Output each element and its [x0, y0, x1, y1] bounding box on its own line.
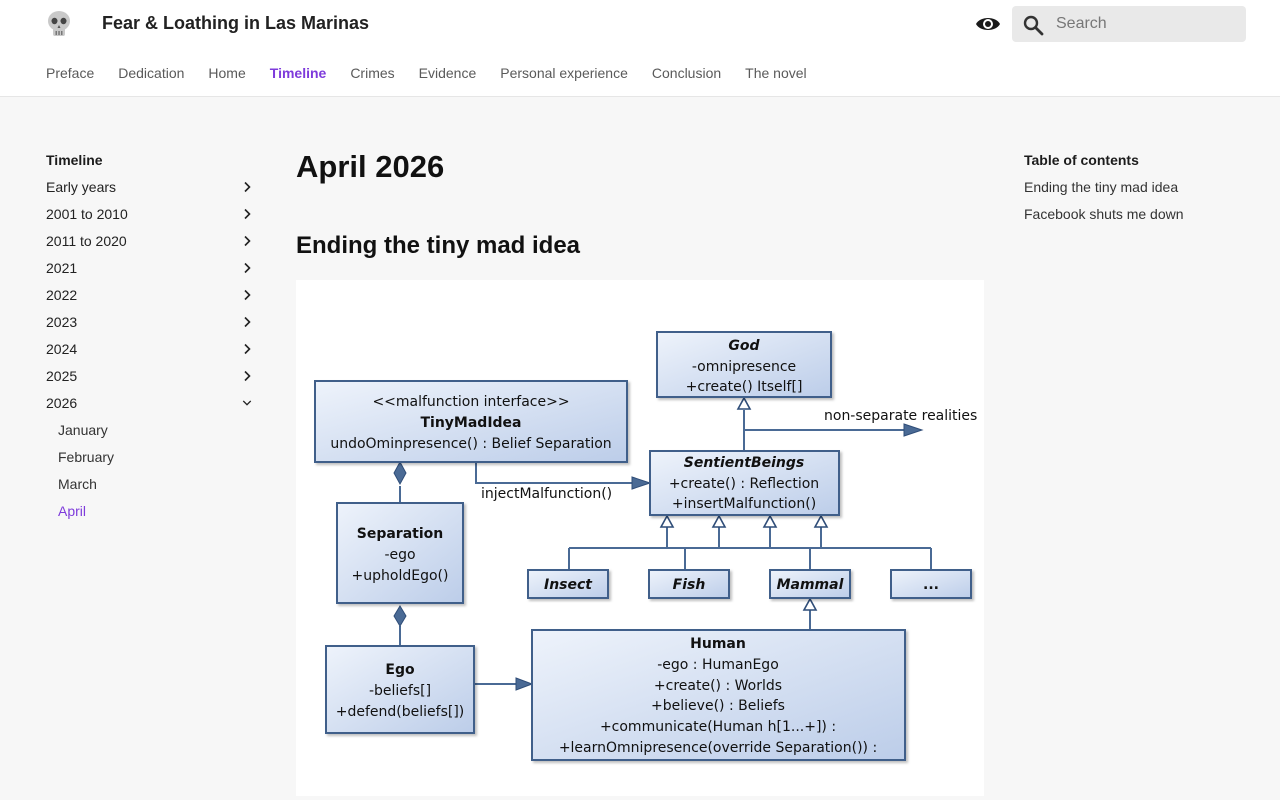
- sentient-line-1: +create() : Reflection: [669, 476, 819, 492]
- uml-diagram: God -omnipresence +create() Itself[] non…: [314, 331, 977, 761]
- tab-preface[interactable]: Preface: [46, 63, 94, 83]
- page-title: April 2026: [296, 149, 445, 184]
- eye-icon[interactable]: [975, 13, 1001, 35]
- chevron-right-icon[interactable]: [242, 235, 252, 247]
- sidebar-item-2023[interactable]: 2023: [46, 312, 256, 339]
- search-input[interactable]: [1056, 6, 1236, 42]
- insect-label: Insect: [544, 577, 593, 593]
- main-content: April 2026 Ending the tiny mad idea God …: [296, 148, 984, 796]
- tab-dedication[interactable]: Dedication: [118, 63, 184, 83]
- god-line-1: -omnipresence: [692, 359, 796, 375]
- toc-item-ending-tiny-mad-idea[interactable]: Ending the tiny mad idea: [1024, 177, 1254, 204]
- sidebar-item-label: 2025: [46, 368, 78, 384]
- sidebar-subitem-february[interactable]: February: [46, 447, 256, 474]
- tab-home[interactable]: Home: [208, 63, 245, 83]
- sidebar-item-label: 2026: [46, 395, 78, 411]
- human-line-1: -ego : HumanEgo: [657, 657, 779, 673]
- tab-conclusion[interactable]: Conclusion: [652, 63, 721, 83]
- sentient-line-2: +insertMalfunction(): [672, 496, 816, 512]
- uml-class-insect: Insect: [527, 569, 609, 599]
- ego-line-1: -beliefs[]: [369, 683, 431, 699]
- chevron-right-icon[interactable]: [242, 316, 252, 328]
- sidebar-item-2022[interactable]: 2022: [46, 285, 256, 312]
- uml-class-god: God -omnipresence +create() Itself[]: [656, 331, 832, 398]
- uml-class-ego: Ego -beliefs[] +defend(beliefs[]): [325, 645, 475, 734]
- sidebar-subitem-march[interactable]: March: [46, 474, 256, 501]
- ego-line-2: +defend(beliefs[]): [336, 704, 465, 720]
- sidebar-subitem-april[interactable]: April: [46, 501, 256, 528]
- uml-class-more: ...: [890, 569, 972, 599]
- toc-heading: Table of contents: [1024, 152, 1139, 168]
- chevron-right-icon[interactable]: [242, 289, 252, 301]
- sidebar-item-2011-2020[interactable]: 2011 to 2020: [46, 231, 256, 258]
- tiny-stereotype: <<malfunction interface>>: [372, 394, 569, 410]
- tiny-line-1: undoOminpresence() : Belief Separation: [330, 436, 611, 452]
- human-title: Human: [690, 636, 746, 652]
- uml-class-tinymadidea: <<malfunction interface>> TinyMadIdea un…: [314, 380, 628, 463]
- human-line-4: +communicate(Human h[1...+]) :: [600, 719, 836, 735]
- skull-logo-icon[interactable]: [46, 10, 72, 38]
- sidebar-item-label: 2022: [46, 287, 78, 303]
- chevron-right-icon[interactable]: [242, 343, 252, 355]
- sidebar-item-label: 2011 to 2020: [46, 233, 127, 249]
- tab-the-novel[interactable]: The novel: [745, 63, 806, 83]
- uml-class-separation: Separation -ego +upholdEgo(): [336, 502, 464, 604]
- uml-class-human: Human -ego : HumanEgo +create() : Worlds…: [531, 629, 906, 761]
- sentient-title: SentientBeings: [684, 455, 804, 471]
- site-title[interactable]: Fear & Loathing in Las Marinas: [102, 13, 369, 34]
- chevron-down-icon[interactable]: [242, 397, 252, 409]
- search-icon: [1023, 15, 1044, 36]
- human-line-3: +believe() : Beliefs: [651, 698, 785, 714]
- sidebar-item-2024[interactable]: 2024: [46, 339, 256, 366]
- god-title: God: [728, 338, 760, 354]
- tab-crimes[interactable]: Crimes: [350, 63, 394, 83]
- ego-title: Ego: [385, 662, 415, 678]
- table-of-contents: Table of contents Ending the tiny mad id…: [1024, 150, 1254, 231]
- uml-class-fish: Fish: [648, 569, 730, 599]
- sidebar-item-label: 2024: [46, 341, 78, 357]
- god-line-2: +create() Itself[]: [686, 379, 803, 395]
- sidebar-heading[interactable]: Timeline: [46, 150, 256, 170]
- separation-line-1: -ego: [384, 547, 415, 563]
- separation-title: Separation: [357, 526, 443, 542]
- label-inject: injectMalfunction(): [481, 486, 612, 502]
- more-label: ...: [923, 577, 939, 593]
- chevron-right-icon[interactable]: [242, 262, 252, 274]
- toc-item-facebook-shuts-me-down[interactable]: Facebook shuts me down: [1024, 204, 1254, 231]
- sidebar-item-label: 2023: [46, 314, 78, 330]
- sidebar-item-label: 2001 to 2010: [46, 206, 128, 222]
- sidebar-subitem-january[interactable]: January: [46, 420, 256, 447]
- uml-diagram-figure: God -omnipresence +create() Itself[] non…: [296, 280, 984, 796]
- human-line-2: +create() : Worlds: [654, 678, 782, 694]
- uml-class-mammal: Mammal: [769, 569, 851, 599]
- chevron-right-icon[interactable]: [242, 208, 252, 220]
- fish-label: Fish: [673, 577, 706, 593]
- chevron-right-icon[interactable]: [242, 181, 252, 193]
- sidebar-item-label: Early years: [46, 179, 117, 195]
- separation-line-2: +upholdEgo(): [352, 568, 449, 584]
- sidebar-item-2026[interactable]: 2026: [46, 393, 256, 420]
- uml-class-sentientbeings: SentientBeings +create() : Reflection +i…: [649, 450, 840, 516]
- human-line-5: +learnOmnipresence(override Separation()…: [559, 740, 877, 756]
- search-box[interactable]: [1012, 6, 1246, 42]
- section-heading: Ending the tiny mad idea: [296, 232, 581, 259]
- mammal-label: Mammal: [777, 577, 844, 593]
- tab-evidence[interactable]: Evidence: [419, 63, 477, 83]
- tab-timeline[interactable]: Timeline: [270, 63, 327, 83]
- sidebar-item-early-years[interactable]: Early years: [46, 177, 256, 204]
- tab-personal-experience[interactable]: Personal experience: [500, 63, 628, 83]
- sidebar-item-label: 2021: [46, 260, 78, 276]
- tiny-title: TinyMadIdea: [420, 415, 521, 431]
- chevron-right-icon[interactable]: [242, 370, 252, 382]
- top-bar: Fear & Loathing in Las Marinas Preface D…: [0, 0, 1280, 97]
- sidebar-item-2025[interactable]: 2025: [46, 366, 256, 393]
- top-nav-tabs: Preface Dedication Home Timeline Crimes …: [46, 63, 831, 83]
- sidebar-nav: Timeline Early years 2001 to 2010 2011 t…: [46, 150, 256, 528]
- sidebar-item-2001-2010[interactable]: 2001 to 2010: [46, 204, 256, 231]
- sidebar-item-2021[interactable]: 2021: [46, 258, 256, 285]
- label-non-separate: non-separate realities: [824, 408, 977, 424]
